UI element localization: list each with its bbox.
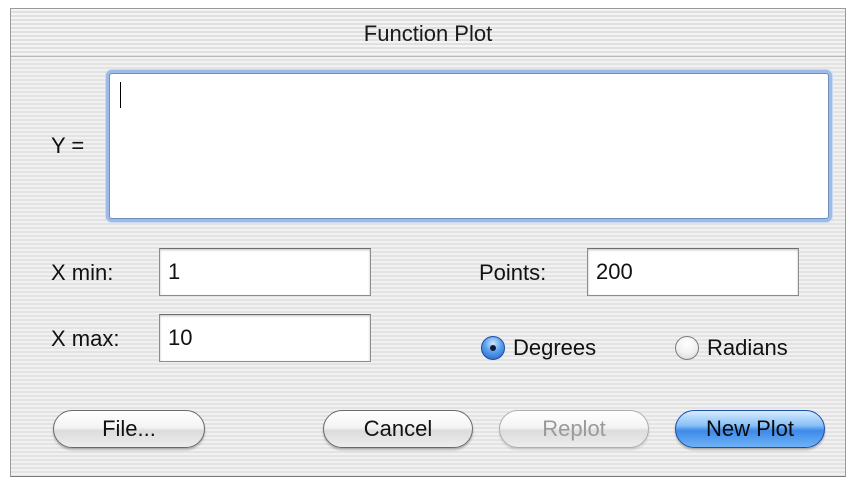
x-min-field[interactable]	[159, 248, 371, 296]
y-equals-label: Y =	[51, 133, 85, 158]
x-min-label: X min:	[51, 260, 114, 285]
title-bar[interactable]: Function Plot	[11, 9, 845, 57]
new-plot-button[interactable]: New Plot	[675, 410, 825, 448]
function-expression-input[interactable]	[109, 73, 829, 219]
replot-button: Replot	[499, 410, 649, 448]
radio-unselected-icon	[675, 336, 699, 360]
degrees-label: Degrees	[513, 335, 597, 360]
window-title: Function Plot	[363, 21, 493, 46]
points-label: Points:	[479, 260, 547, 285]
x-max-field[interactable]	[159, 314, 371, 362]
degrees-radio[interactable]: Degrees	[481, 335, 596, 361]
radio-selected-icon	[481, 336, 505, 360]
file-button[interactable]: File...	[53, 410, 205, 448]
x-max-label: X max:	[51, 326, 120, 351]
radians-radio[interactable]: Radians	[675, 335, 788, 361]
function-plot-dialog: Function Plot Y = X min: X max: Points: …	[10, 8, 846, 477]
radians-label: Radians	[707, 335, 788, 360]
text-cursor	[120, 82, 121, 108]
points-field[interactable]	[587, 248, 799, 296]
cancel-button[interactable]: Cancel	[323, 410, 473, 448]
